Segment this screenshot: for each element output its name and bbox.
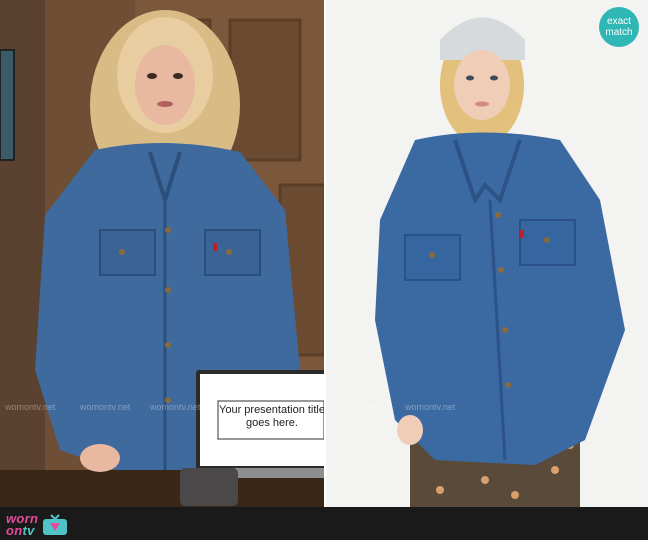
wornontv-logo-text: worn ontv xyxy=(6,512,38,538)
laptop-slide-line-1: Your presentation title xyxy=(219,404,325,416)
laptop-slide-text: Your presentation title goes here. xyxy=(219,404,325,430)
tv-scene-photo: Your presentation title goes here. womon… xyxy=(0,0,325,507)
badge-line-2: match xyxy=(605,27,633,38)
watermark-left-3: womontv.net xyxy=(150,402,201,412)
logo-word-on: on xyxy=(6,523,23,538)
panel-divider xyxy=(324,0,326,507)
exact-match-badge: exact match xyxy=(599,7,639,47)
watermark-right-2: womontv.net xyxy=(405,402,456,412)
laptop-slide-line-2: goes here. xyxy=(246,417,298,429)
watermark-left-1: womontv.net xyxy=(5,402,56,412)
badge-line-1: exact xyxy=(607,16,631,27)
watermark-left-2: womontv.net xyxy=(80,402,131,412)
footer-bar xyxy=(0,507,648,540)
product-photo: womontv.net womontv.net xyxy=(325,0,648,507)
logo-word-tv: tv xyxy=(22,523,35,538)
watermark-right-1: womontv.net xyxy=(330,402,381,412)
tv-scene-illustration xyxy=(0,0,325,507)
product-photo-illustration xyxy=(325,0,648,507)
wornontv-logo: worn ontv xyxy=(6,512,68,538)
tv-icon xyxy=(43,514,68,535)
